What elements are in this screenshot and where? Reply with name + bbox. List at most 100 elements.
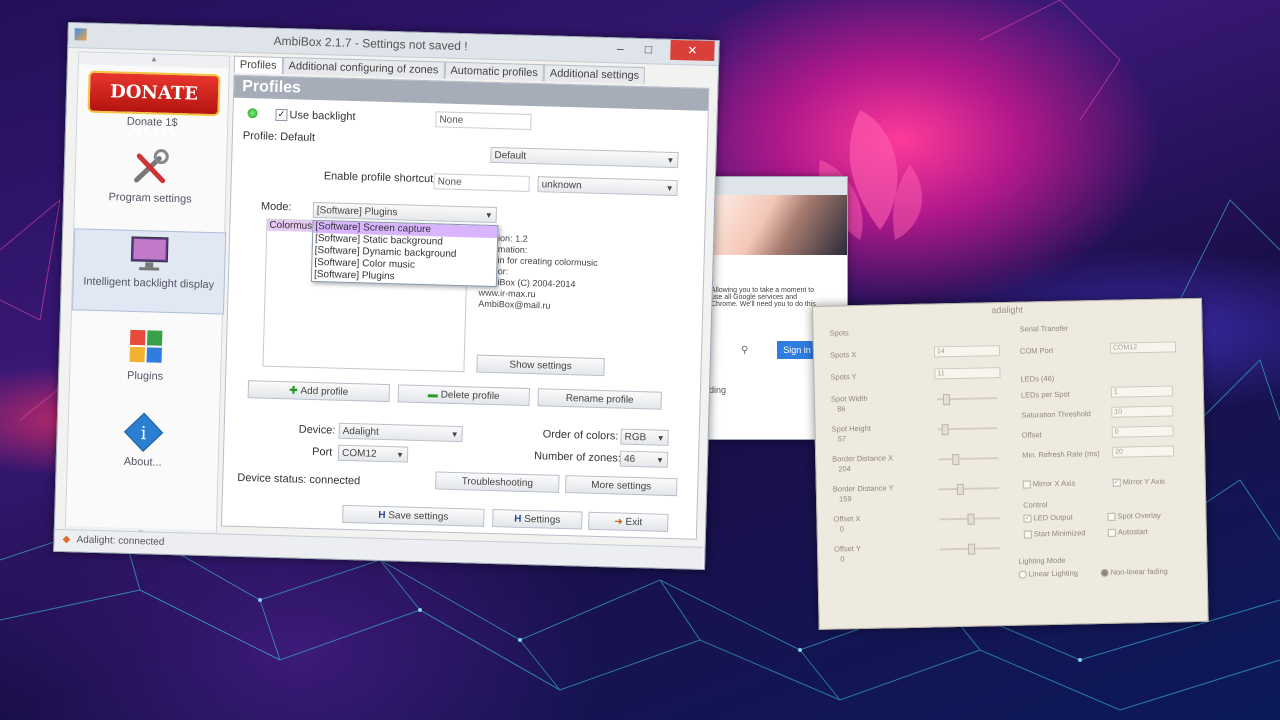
slider-thumb[interactable] — [967, 513, 975, 525]
anime-image — [707, 195, 847, 255]
sidebar-scroll-up-icon[interactable]: ▲ — [78, 52, 230, 69]
profile-label: Profile: Default — [242, 129, 316, 144]
autostart-checkbox[interactable] — [1107, 528, 1116, 537]
close-button[interactable]: ✕ — [670, 39, 715, 62]
port-select-value: COM12 — [341, 447, 377, 460]
saturation-label: Saturation Threshold — [1021, 409, 1091, 420]
offset-y-slider[interactable] — [940, 543, 1001, 555]
plus-icon: ✚ — [289, 385, 301, 397]
nonlinear-fading-label: Non-linear fading — [1110, 566, 1168, 577]
minimize-button[interactable]: – — [606, 38, 635, 59]
chevron-down-icon: ▼ — [666, 155, 675, 165]
slider-thumb[interactable] — [941, 424, 949, 436]
spot-height-slider[interactable] — [937, 424, 998, 436]
sidebar-item-label: About... — [123, 455, 162, 469]
profile-select-value: Default — [494, 149, 527, 162]
backlight-shortcut-field[interactable]: None — [435, 111, 532, 130]
add-profile-button[interactable]: ✚ Add profile — [247, 380, 391, 403]
status-text: Adalight: connected — [76, 534, 165, 548]
offset-x-slider[interactable] — [939, 513, 1000, 525]
port-select[interactable]: COM12 ▼ — [337, 444, 409, 463]
lighting-group-label: Lighting Mode — [1018, 555, 1066, 566]
profile-select[interactable]: Default ▼ — [490, 146, 679, 169]
donate-button[interactable]: DONATE NOW — [87, 70, 221, 142]
profile-shortcut-field[interactable]: None — [433, 173, 530, 192]
zones-select[interactable]: 46 ▼ — [619, 450, 669, 468]
sidebar-item-label: Plugins — [126, 369, 164, 383]
show-settings-button[interactable]: Show settings — [476, 354, 605, 377]
linear-lighting-radio[interactable] — [1018, 570, 1027, 579]
slider-thumb[interactable] — [956, 483, 964, 496]
tools-icon — [134, 149, 169, 184]
tab-zones[interactable]: Additional configuring of zones — [282, 57, 445, 79]
device-label: Device: — [298, 423, 336, 437]
chevron-down-icon: ▼ — [655, 455, 665, 465]
spots-y-input[interactable]: 11 — [934, 367, 1001, 380]
troubleshooting-button[interactable]: Troubleshooting — [435, 471, 560, 493]
mirror-x-checkbox[interactable] — [1022, 480, 1031, 489]
com-port-select[interactable]: COM12 — [1109, 341, 1177, 354]
start-minimized-checkbox[interactable] — [1023, 530, 1032, 539]
delete-profile-button[interactable]: ▬ Delete profile — [397, 384, 530, 407]
control-group-label: Control — [1023, 500, 1048, 510]
search-icon[interactable]: ⚲ — [741, 345, 748, 356]
offset-x-label: Offset X — [833, 514, 861, 524]
saturation-input[interactable]: 10 — [1111, 405, 1174, 418]
save-settings-button[interactable]: H Save settings — [342, 504, 485, 527]
led-offset-label: Offset — [1021, 430, 1042, 440]
border-y-value: 159 — [838, 494, 852, 504]
device-status: Device status: connected — [237, 471, 361, 488]
chevron-down-icon: ▼ — [665, 183, 674, 193]
mirror-x-label: Mirror X Axis — [1032, 478, 1076, 489]
shortcut-select-value: unknown — [541, 179, 582, 192]
slider-thumb[interactable] — [952, 453, 960, 466]
leds-per-spot-input[interactable]: 1 — [1110, 385, 1173, 398]
com-port-label: COM Port — [1019, 345, 1054, 356]
spot-overlay-checkbox[interactable] — [1107, 512, 1116, 521]
min-refresh-input[interactable]: 20 — [1112, 445, 1175, 458]
rename-profile-button[interactable]: Rename profile — [537, 388, 662, 410]
mode-dropdown-list: [Software] Screen capture [Software] Sta… — [310, 219, 499, 288]
puzzle-icon — [129, 329, 163, 363]
settings-icon: H — [514, 513, 525, 525]
order-select[interactable]: RGB ▼ — [620, 428, 669, 446]
mirror-y-label: Mirror Y Axis — [1122, 476, 1166, 487]
sign-in-button[interactable]: Sign in — [777, 341, 817, 359]
device-select[interactable]: Adalight ▼ — [338, 422, 463, 443]
led-output-checkbox[interactable]: ✓ — [1023, 514, 1032, 523]
sidebar-item-about[interactable]: i About... — [67, 408, 219, 476]
mirror-y-checkbox[interactable]: ✓ — [1112, 478, 1121, 487]
border-x-slider[interactable] — [938, 453, 999, 466]
minus-icon: ▬ — [427, 389, 441, 401]
sidebar-item-backlight-display[interactable]: Intelligent backlight display — [71, 228, 227, 315]
spots-x-label: Spots X — [829, 350, 857, 360]
linear-lighting-label: Linear Lighting — [1028, 568, 1078, 579]
use-backlight-checkbox[interactable]: ✓ — [275, 108, 288, 122]
sidebar-item-program-settings[interactable]: Program settings — [75, 144, 227, 218]
border-y-slider[interactable] — [938, 483, 999, 496]
offset-y-label: Offset Y — [834, 544, 862, 554]
nonlinear-fading-radio[interactable] — [1100, 568, 1109, 578]
tab-additional-settings[interactable]: Additional settings — [543, 64, 646, 85]
settings-button[interactable]: H Settings — [492, 509, 583, 530]
border-y-label: Border Distance Y — [832, 483, 894, 494]
exit-button[interactable]: ➜ Exit — [588, 511, 669, 532]
tab-automatic-profiles[interactable]: Automatic profiles — [444, 61, 545, 82]
shortcut-select[interactable]: unknown ▼ — [537, 176, 678, 197]
app-icon — [74, 28, 87, 41]
spots-group-label: Spots — [829, 328, 849, 338]
slider-thumb[interactable] — [968, 543, 976, 555]
leds-group-label: LEDs (46) — [1020, 373, 1055, 384]
sidebar-item-plugins[interactable]: Plugins — [70, 322, 222, 390]
spot-height-value: 57 — [837, 434, 847, 444]
slider-thumb[interactable] — [942, 394, 951, 406]
mode-select-value: [Software] Plugins — [316, 205, 398, 219]
maximize-button[interactable]: □ — [634, 39, 663, 60]
adalight-title: adalight — [991, 304, 1023, 316]
sidebar-item-label: Program settings — [108, 191, 192, 206]
led-offset-input[interactable]: 0 — [1111, 425, 1174, 438]
spot-width-slider[interactable] — [936, 394, 997, 406]
spots-x-input[interactable]: 14 — [933, 345, 1001, 358]
tab-profiles[interactable]: Profiles — [233, 55, 283, 75]
more-settings-button[interactable]: More settings — [565, 475, 678, 497]
